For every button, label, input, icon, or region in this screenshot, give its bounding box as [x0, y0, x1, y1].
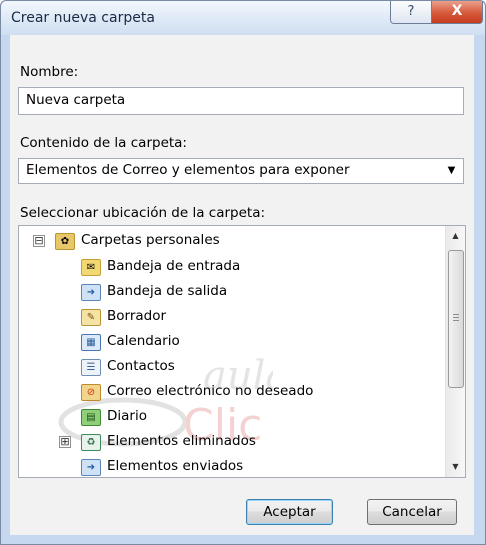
outbox-icon: ➜ [81, 284, 101, 301]
tree-item-label: Elementos eliminados [107, 433, 256, 449]
journal-icon: ▤ [81, 409, 101, 426]
deleted-items-icon: ♻ [81, 434, 101, 451]
scroll-up-icon[interactable]: ▲ [446, 227, 465, 244]
tree-item-bandeja-de-salida[interactable]: ➜ Bandeja de salida [19, 279, 439, 304]
tree-item-label: Calendario [107, 333, 180, 349]
name-input[interactable] [19, 88, 456, 112]
sent-items-icon: ➜ [81, 459, 101, 476]
tree-item-borrador[interactable]: ✎ Borrador [19, 304, 439, 329]
location-label: Seleccionar ubicación de la carpeta: [20, 205, 266, 221]
drafts-icon: ✎ [81, 309, 101, 326]
tree-item-calendario[interactable]: ▦ Calendario [19, 329, 439, 354]
scroll-thumb[interactable] [448, 250, 464, 388]
tree-item-label: Carpetas personales [81, 232, 220, 248]
tree-item-label: Contactos [107, 358, 175, 374]
cancel-button[interactable]: Cancelar [367, 499, 457, 525]
title-bar: Crear nueva carpeta ? X [1, 1, 485, 35]
tree-item-label: Borrador [107, 308, 167, 324]
thumb-grip-icon [453, 314, 459, 315]
tree-item-contactos[interactable]: ☰ Contactos [19, 354, 439, 379]
dialog-body: Nombre: Contenido de la carpeta: Element… [10, 35, 474, 535]
content-type-select[interactable]: Elementos de Correo y elementos para exp… [18, 158, 464, 184]
folder-tree[interactable]: aula Clic ⊟ ✿ Carpetas personales ✉ Band… [18, 225, 466, 478]
help-button[interactable]: ? [390, 1, 432, 24]
tree-item-bandeja-de-entrada[interactable]: ✉ Bandeja de entrada [19, 254, 439, 279]
name-field[interactable] [18, 87, 464, 115]
tree-scrollbar[interactable]: ▲ ▼ [445, 226, 465, 477]
tree-item-label: Correo electrónico no deseado [107, 383, 314, 399]
tree-item-elementos-enviados[interactable]: ➜ Elementos enviados [19, 454, 439, 477]
expand-icon[interactable]: ⊞ [59, 436, 71, 448]
content-type-selected: Elementos de Correo y elementos para exp… [26, 162, 350, 178]
collapse-icon[interactable]: ⊟ [33, 235, 45, 247]
scroll-down-icon[interactable]: ▼ [446, 458, 465, 475]
personal-folders-icon: ✿ [55, 233, 75, 250]
new-folder-dialog: Crear nueva carpeta ? X Nombre: Contenid… [0, 0, 486, 545]
calendar-icon: ▦ [81, 334, 101, 351]
tree-item-label: Bandeja de salida [107, 283, 228, 299]
thumb-grip-icon [453, 317, 459, 318]
inbox-icon: ✉ [81, 259, 101, 276]
tree-item-carpetas-personales[interactable]: ⊟ ✿ Carpetas personales [19, 228, 439, 253]
tree-item-label: Elementos enviados [107, 458, 244, 474]
thumb-grip-icon [453, 320, 459, 321]
close-button[interactable]: X [431, 1, 483, 24]
contacts-icon: ☰ [81, 359, 101, 376]
tree-item-elementos-eliminados[interactable]: ⊞ ♻ Elementos eliminados [19, 429, 439, 454]
tree-item-diario[interactable]: ▤ Diario [19, 404, 439, 429]
dropdown-arrow-icon[interactable]: ▼ [443, 161, 460, 180]
accept-button[interactable]: Aceptar [246, 499, 333, 525]
tree-item-correo-no-deseado[interactable]: ⊘ Correo electrónico no deseado [19, 379, 439, 404]
tree-item-label: Diario [107, 408, 147, 424]
junk-mail-icon: ⊘ [81, 384, 101, 401]
tree-item-label: Bandeja de entrada [107, 258, 241, 274]
content-label: Contenido de la carpeta: [20, 135, 187, 151]
dialog-title: Crear nueva carpeta [11, 10, 155, 26]
name-label: Nombre: [20, 64, 79, 80]
